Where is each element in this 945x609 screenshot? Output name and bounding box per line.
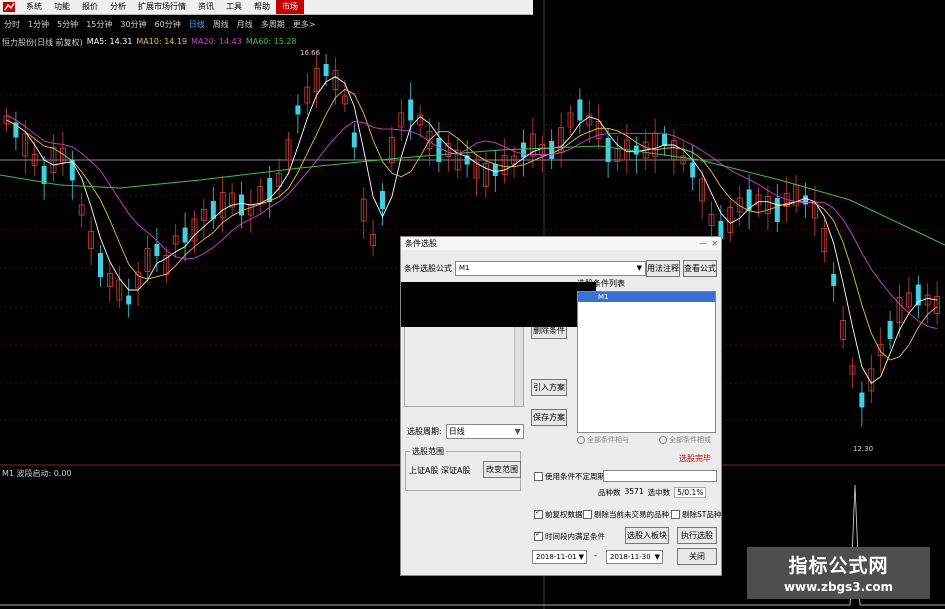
chevron-down-icon[interactable]: ▼: [637, 262, 642, 275]
count-label: 品种数: [598, 488, 621, 497]
candle-down: [436, 138, 442, 162]
candle-down: [126, 295, 132, 305]
formula-row: 条件选股公式 M1 ▼: [404, 261, 646, 276]
start-date-value: 2018-11-01: [536, 553, 577, 561]
candle-down: [492, 164, 498, 176]
candle-down: [887, 321, 893, 339]
exclude-untraded-label: 剔除当前未交易的品种: [594, 510, 669, 519]
uncertain-period-label: 使用条件不定周期: [545, 472, 605, 481]
radio-and[interactable]: 全部条件相与: [577, 435, 629, 445]
save-plan-button[interactable]: 保存方案: [531, 409, 567, 426]
chevron-down-icon[interactable]: ▼: [655, 551, 660, 563]
dialog-title: 条件选股: [405, 239, 437, 248]
candle-down: [239, 194, 244, 216]
dialog-titlebar: 条件选股 — ✕: [401, 237, 721, 250]
watermark: 指标公式网 www.zbgs3.com: [747, 547, 930, 599]
candle-down: [831, 274, 837, 286]
high-price-label: 16.66: [300, 49, 321, 57]
logic-radio-group: 全部条件相与 全部条件相或: [577, 435, 711, 445]
checkbox-icon[interactable]: [534, 472, 543, 481]
watermark-title: 指标公式网: [788, 555, 889, 577]
candle-down: [859, 392, 865, 408]
watermark-url: www.zbgs3.com: [783, 580, 894, 594]
candle-down: [41, 166, 47, 184]
candle-down: [408, 99, 414, 121]
redacted-area: [401, 282, 596, 327]
candle-down: [605, 138, 611, 162]
candle-down: [154, 244, 160, 256]
checkbox-icon[interactable]: [534, 530, 543, 541]
candle-down: [351, 132, 357, 148]
scope-title: 选股范围: [410, 446, 446, 457]
checkbox-icon[interactable]: [671, 510, 680, 519]
checkbox-icon[interactable]: [583, 510, 592, 519]
candle-down: [633, 145, 639, 155]
time-range-checkbox[interactable]: 时间段内满足条件: [534, 530, 605, 542]
candle-down: [774, 198, 780, 222]
radio-icon: [659, 436, 667, 444]
change-scope-button[interactable]: 改变范围: [483, 461, 521, 478]
radio-or-label: 全部条件相或: [669, 436, 711, 444]
condition-list-item[interactable]: M1: [578, 292, 715, 302]
candle-down: [577, 99, 583, 121]
candle-down: [662, 134, 667, 146]
selected-value: 5/0.1%: [674, 487, 707, 498]
uncertain-period-input[interactable]: [603, 470, 717, 482]
end-date-value: 2018-11-30: [610, 553, 651, 561]
candle-down: [521, 142, 526, 158]
adjust-data-checkbox[interactable]: 前复权数据: [534, 508, 583, 520]
candle-down: [690, 162, 696, 178]
close-button[interactable]: 关闭: [677, 548, 717, 565]
candle-down: [182, 227, 188, 243]
start-date-picker[interactable]: 2018-11-01 ▼: [532, 550, 587, 564]
selected-label: 选中数: [647, 488, 671, 497]
candle-down: [323, 64, 329, 76]
formula-note-button[interactable]: 用法注释: [646, 260, 680, 277]
radio-and-label: 全部条件相与: [587, 436, 629, 444]
close-icon[interactable]: ✕: [711, 237, 718, 250]
formula-select[interactable]: M1 ▼: [455, 261, 646, 276]
low-price-label: 12.30: [853, 445, 874, 453]
select-to-board-button[interactable]: 选股入板块: [625, 527, 669, 544]
radio-or[interactable]: 全部条件相或: [659, 435, 711, 445]
formula-label: 条件选股公式: [404, 264, 452, 273]
select-period-row: 选股周期: 日线 ▼: [407, 424, 524, 439]
period-value: 日线: [448, 427, 465, 436]
chevron-down-icon[interactable]: ▼: [579, 551, 584, 563]
import-plan-button[interactable]: 引入方案: [531, 379, 567, 396]
radio-icon: [577, 436, 585, 444]
candle-down: [98, 253, 103, 277]
time-range-label: 时间段内满足条件: [545, 532, 605, 541]
exclude-untraded-checkbox[interactable]: 剔除当前未交易的品种: [583, 509, 669, 520]
exclude-st-label: 剔除ST品种: [682, 510, 722, 519]
date-separator: -: [594, 551, 597, 560]
indicator-label: M1 波段启动: 0.00: [2, 469, 72, 478]
scope-value: 上证A股 深证A股: [409, 466, 471, 475]
condition-list[interactable]: M1: [577, 291, 716, 433]
candle-down: [295, 105, 301, 115]
exclude-st-checkbox[interactable]: 剔除ST品种: [671, 509, 721, 520]
count-value: 3571: [624, 487, 644, 496]
period-select[interactable]: 日线 ▼: [445, 424, 524, 439]
status-text: 选股完毕: [679, 454, 711, 463]
checkbox-icon[interactable]: [534, 508, 543, 519]
condition-select-dialog: 条件选股 — ✕ 条件选股公式 M1 ▼ 用法注释 查看公式 删除条件 选股条件…: [400, 236, 722, 576]
view-formula-button[interactable]: 查看公式: [683, 260, 717, 277]
period-label: 选股周期:: [407, 427, 442, 436]
chevron-down-icon[interactable]: ▼: [515, 425, 521, 438]
formula-value: M1: [459, 264, 470, 272]
run-select-button[interactable]: 执行选股: [677, 527, 717, 544]
count-row: 品种数 3571 选中数 5/0.1%: [598, 487, 707, 498]
uncertain-period-checkbox[interactable]: 使用条件不定周期: [534, 471, 605, 482]
condition-list-label: 选股条件列表: [577, 279, 625, 288]
minimize-icon[interactable]: —: [699, 237, 707, 250]
end-date-picker[interactable]: 2018-11-30 ▼: [606, 550, 663, 564]
candle-down: [549, 141, 555, 159]
adjust-data-label: 前复权数据: [545, 510, 583, 519]
candle-down: [380, 191, 385, 209]
